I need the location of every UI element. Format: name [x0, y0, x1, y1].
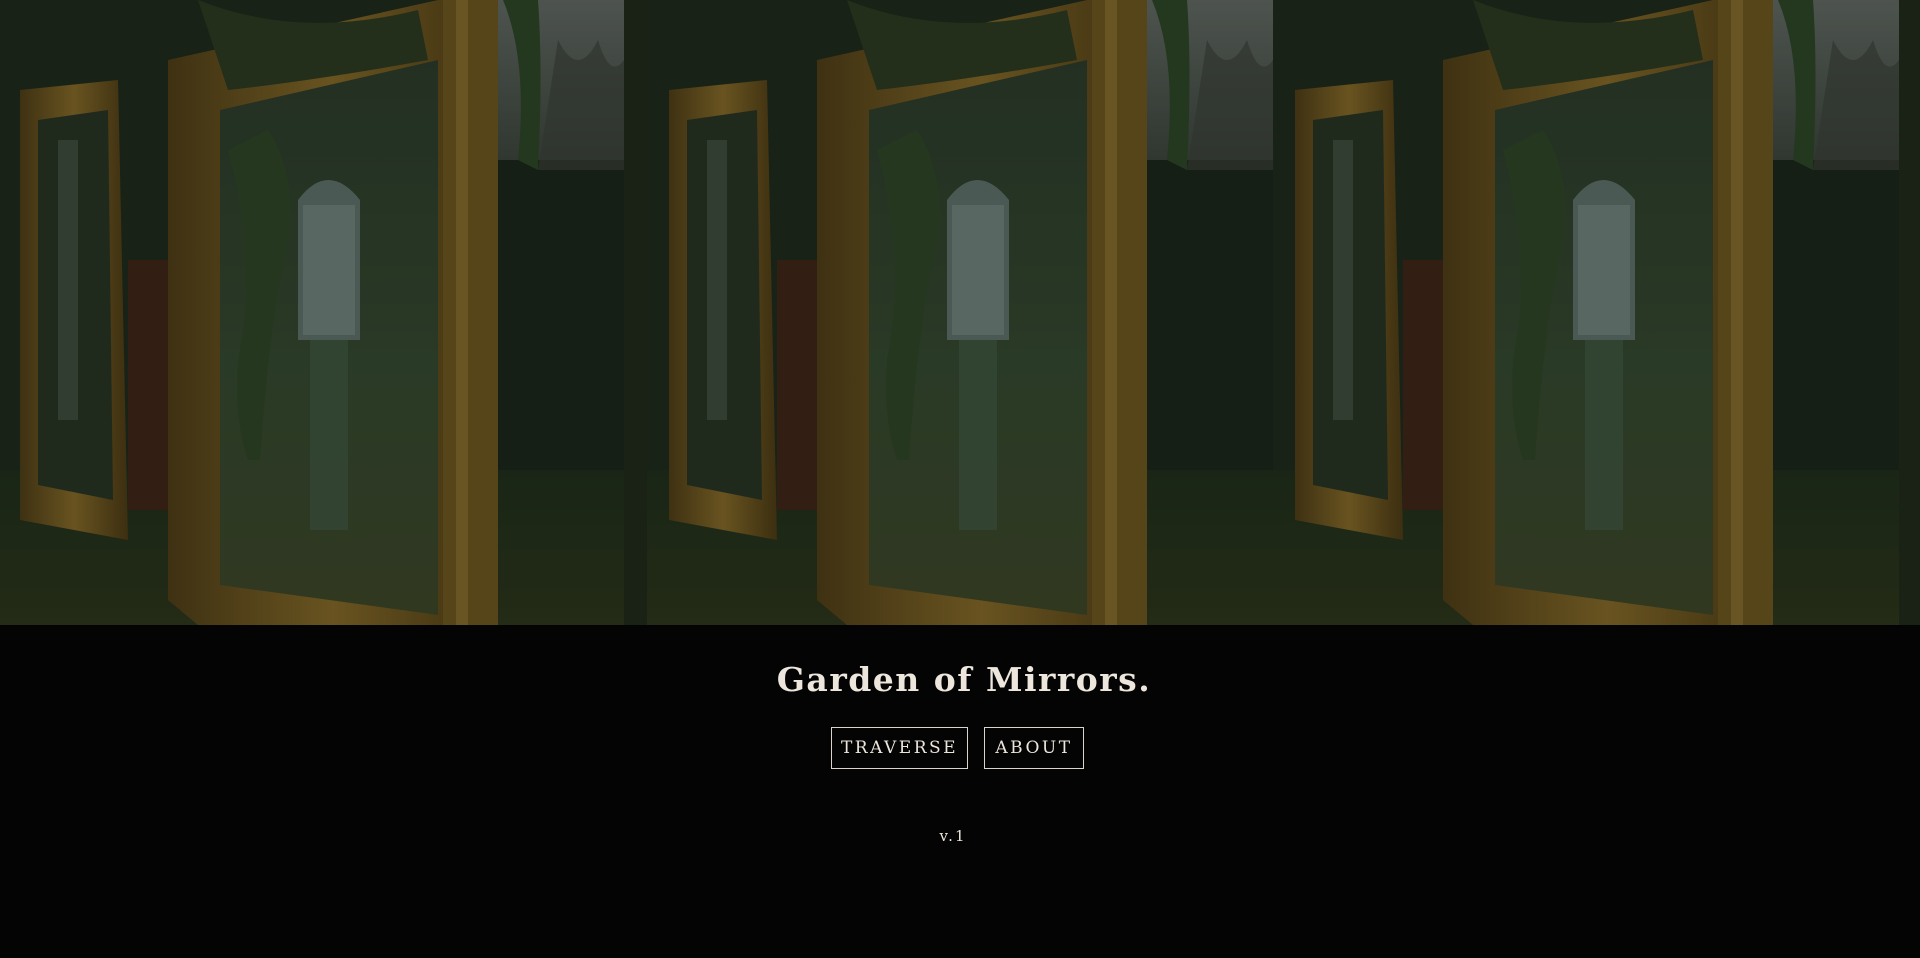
hero-image-tile: [1273, 0, 1899, 625]
about-button[interactable]: ABOUT: [984, 727, 1084, 769]
traverse-button[interactable]: TRAVERSE: [831, 727, 968, 769]
version-label: v.1: [939, 827, 967, 845]
hero-banner: [0, 0, 1920, 625]
main-nav: TRAVERSE ABOUT: [831, 727, 1084, 769]
mirror-garden-image: [1273, 0, 1899, 625]
mirror-garden-image: [0, 0, 624, 625]
site-title: Garden of Mirrors.: [776, 660, 1152, 699]
hero-image-tile: [647, 0, 1273, 625]
mirror-garden-image: [647, 0, 1273, 625]
hero-image-tile: [0, 0, 624, 625]
